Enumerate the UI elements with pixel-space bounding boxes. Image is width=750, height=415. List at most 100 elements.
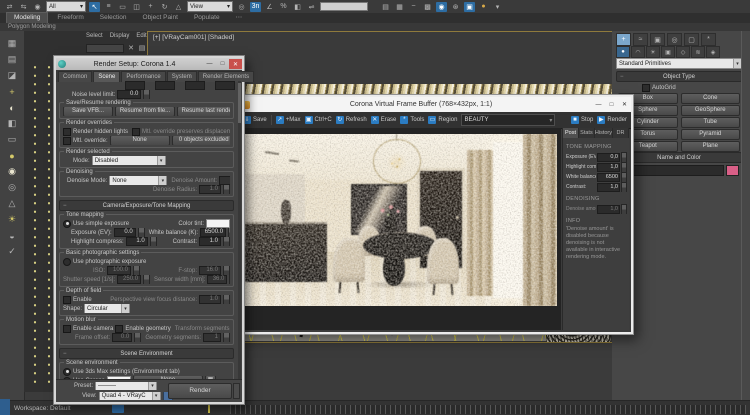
- materials-toggle-icon[interactable]: ◒: [5, 229, 19, 242]
- vfb-max-button[interactable]: ↗ +Max: [276, 116, 301, 124]
- menu-select[interactable]: Select: [86, 33, 103, 39]
- create-tab-icon[interactable]: +: [616, 33, 631, 46]
- ribbon-tab-populate[interactable]: Populate: [187, 13, 227, 23]
- cone-button[interactable]: Cone: [681, 93, 741, 104]
- isolate-selection-icon[interactable]: [112, 404, 124, 413]
- maximize-icon[interactable]: □: [216, 59, 229, 69]
- tab-stats[interactable]: Stats: [579, 128, 595, 138]
- xrefs-toggle-icon[interactable]: ☀: [5, 213, 19, 226]
- render-setup-title-bar[interactable]: Render Setup: Corona 1.4 — □ ✕: [56, 58, 242, 70]
- spinner[interactable]: [143, 90, 150, 99]
- ribbon-tab-modeling[interactable]: Modeling: [6, 12, 48, 23]
- time-slider-marker[interactable]: [208, 405, 210, 413]
- menu-edit[interactable]: Edit: [136, 33, 146, 39]
- spinner[interactable]: [138, 228, 145, 237]
- preset-dropdown[interactable]: ——— ▾: [95, 382, 157, 390]
- spinner[interactable]: [621, 152, 627, 162]
- mtl-override-none-button[interactable]: None: [110, 136, 170, 145]
- close-icon[interactable]: ✕: [229, 59, 242, 69]
- motion-tab-icon[interactable]: ◎: [667, 33, 682, 46]
- menu-display[interactable]: Display: [110, 33, 130, 39]
- align-icon[interactable]: ⇌: [306, 2, 317, 12]
- bind-to-space-warp-icon[interactable]: ◉: [32, 2, 43, 12]
- spacewarps-toggle-icon[interactable]: ◎: [5, 181, 19, 194]
- camera-exposure-rollout[interactable]: Camera/Exposure/Tone Mapping: [59, 200, 234, 211]
- mirror-icon[interactable]: ◧: [292, 2, 303, 12]
- spinner[interactable]: [228, 228, 230, 237]
- use-pivot-point-icon[interactable]: ◎: [236, 2, 247, 12]
- preserve-displacement-checkbox[interactable]: [132, 128, 140, 136]
- scene-explorer-icon[interactable]: ▦: [394, 2, 405, 12]
- select-and-scale-icon[interactable]: △: [173, 2, 184, 12]
- viewport-label[interactable]: [+] [VRayCam001] [Shaded]: [153, 34, 234, 41]
- resume-last-render-button[interactable]: Resume last render...: [177, 107, 230, 116]
- highlight-compress-field[interactable]: 1.0: [126, 237, 148, 246]
- rendered-frame-window-icon[interactable]: ▣: [464, 2, 475, 12]
- select-and-rotate-icon[interactable]: ↻: [159, 2, 170, 12]
- geosphere-button[interactable]: GeoSphere: [681, 105, 741, 116]
- select-and-link-icon[interactable]: ⇄: [4, 2, 15, 12]
- vfb-refresh-button[interactable]: ↻ Refresh: [336, 116, 367, 124]
- curve-editor-icon[interactable]: ~: [408, 2, 419, 12]
- object-type-rollout[interactable]: − Object Type: [616, 71, 742, 82]
- add-selection-set-icon[interactable]: +: [5, 85, 19, 98]
- object-color-swatch[interactable]: [726, 165, 739, 176]
- reference-coordinate-dropdown[interactable]: View ▾: [187, 1, 233, 12]
- scrollbar[interactable]: [238, 81, 241, 380]
- hierarchy-tab-icon[interactable]: ▣: [650, 33, 665, 46]
- spinner[interactable]: [223, 237, 230, 246]
- rectangular-selection-region-icon[interactable]: ▭: [117, 2, 128, 12]
- denoise-mode-dropdown[interactable]: None ▾: [109, 176, 167, 185]
- name-color-rollout[interactable]: − Name and Color: [616, 152, 742, 163]
- spinner[interactable]: [621, 162, 627, 172]
- clipped-field[interactable]: [125, 81, 145, 90]
- vfb-canvas[interactable]: [241, 128, 561, 330]
- vfb-region-button[interactable]: ▭ Region: [428, 116, 457, 124]
- bokeh-shape-dropdown[interactable]: Circular ▾: [84, 304, 130, 313]
- tab-post[interactable]: Post: [563, 128, 579, 138]
- minimize-icon[interactable]: —: [592, 100, 605, 110]
- mtl-override-checkbox[interactable]: [63, 137, 71, 145]
- lights-toggle-icon[interactable]: ▭: [5, 133, 19, 146]
- exposure-field[interactable]: 0,0: [597, 153, 620, 162]
- objects-excluded-button[interactable]: 0 objects excluded: [172, 136, 230, 145]
- selection-sets-icon[interactable]: ✓: [5, 245, 19, 258]
- workspace-dropdown[interactable]: Workspace: Default: [14, 405, 71, 412]
- material-editor-icon[interactable]: ◉: [436, 2, 447, 12]
- use-photographic-exposure-radio[interactable]: [63, 258, 71, 266]
- scene-environment-rollout[interactable]: Scene Environment: [59, 348, 234, 359]
- maximize-icon[interactable]: □: [605, 100, 618, 110]
- display-tab-icon[interactable]: ▢: [684, 33, 699, 46]
- object-name-field[interactable]: [618, 165, 724, 176]
- tab-history[interactable]: History: [595, 128, 613, 138]
- vfb-title-bar[interactable]: Corona Virtual Frame Buffer (768×432px, …: [239, 97, 631, 112]
- shapes-category-icon[interactable]: ◠: [631, 46, 645, 58]
- percent-snap-icon[interactable]: %: [278, 2, 289, 12]
- render-hidden-lights-checkbox[interactable]: [63, 128, 71, 136]
- geometry-category-icon[interactable]: ●: [616, 46, 630, 58]
- geometry-toggle-icon[interactable]: ◐: [5, 101, 19, 114]
- highlight-field[interactable]: 1,0: [597, 163, 620, 172]
- window-crossing-icon[interactable]: ◫: [131, 2, 142, 12]
- vfb-render-button[interactable]: ▶ Render: [597, 116, 627, 124]
- selection-filter-dropdown[interactable]: All ▾: [46, 1, 86, 12]
- spinner[interactable]: [621, 182, 627, 192]
- tab-dr[interactable]: DR: [613, 128, 629, 138]
- white-balance-field[interactable]: 6500: [597, 173, 620, 182]
- exposure-field[interactable]: 0.0: [114, 228, 136, 237]
- clear-search-icon[interactable]: ✕: [127, 43, 135, 53]
- helpers-toggle-icon[interactable]: ◉: [5, 165, 19, 178]
- groups-toggle-icon[interactable]: △: [5, 197, 19, 210]
- named-selection-input[interactable]: [320, 2, 368, 11]
- helpers-category-icon[interactable]: ◇: [676, 46, 690, 58]
- lights-category-icon[interactable]: ☀: [646, 46, 660, 58]
- view-dropdown[interactable]: Quad 4 - VRayC ▾: [99, 392, 161, 400]
- vfb-copy-button[interactable]: ▣ Ctrl+C: [305, 116, 332, 124]
- ribbon-tab-selection[interactable]: Selection: [93, 13, 134, 23]
- select-by-name-icon[interactable]: ≡: [103, 2, 114, 12]
- clipped-field[interactable]: [185, 81, 205, 90]
- pyramid-button[interactable]: Pyramid: [681, 129, 741, 140]
- cameras-toggle-icon[interactable]: ●: [5, 149, 19, 162]
- clipped-field[interactable]: [215, 81, 235, 90]
- spinner[interactable]: [621, 172, 627, 182]
